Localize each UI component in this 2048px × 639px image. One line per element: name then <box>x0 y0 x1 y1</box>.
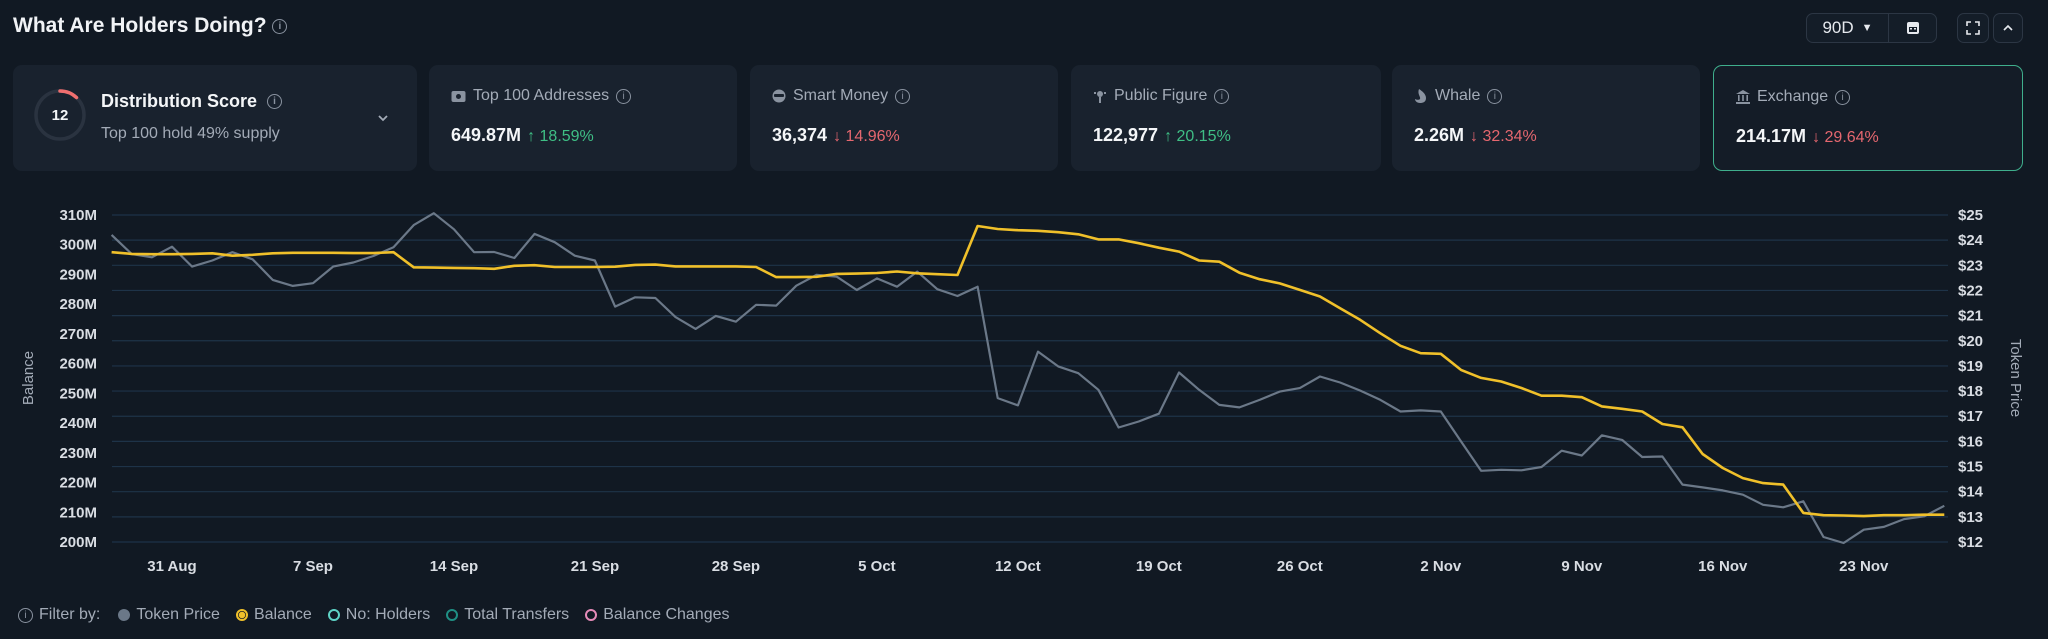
series-line-balance[interactable] <box>111 224 1945 518</box>
x-tick-label: 9 Nov <box>1561 558 1603 575</box>
legend-label: Balance Changes <box>603 606 730 623</box>
y2-tick-label: $19 <box>1958 358 1983 375</box>
y2-tick-label: $21 <box>1958 308 1983 325</box>
legend-total-transfers[interactable]: Total Transfers <box>446 606 569 624</box>
legend-label: Balance <box>253 606 312 623</box>
y2-tick-label: $18 <box>1958 383 1983 400</box>
y-tick-label: 200M <box>59 534 97 551</box>
legend-balance-changes[interactable]: Balance Changes <box>585 606 730 624</box>
x-tick-label: 21 Sep <box>571 558 619 575</box>
selected-radio-icon <box>235 609 248 621</box>
filled-dot-icon <box>118 609 131 621</box>
y2-tick-label: $17 <box>1958 408 1983 425</box>
y-tick-label: 270M <box>59 326 97 343</box>
y-tick-label: 300M <box>59 237 97 254</box>
y-tick-label: 260M <box>59 356 97 373</box>
chart-legend: i Filter by: Token Price Balance No: Hol… <box>18 606 746 624</box>
y2-tick-label: $24 <box>1958 232 1984 249</box>
radio-icon <box>446 609 459 621</box>
info-icon[interactable]: i <box>18 607 33 623</box>
radio-icon <box>327 609 340 621</box>
y2-axis-label: Token Price <box>2007 339 2024 417</box>
x-tick-label: 2 Nov <box>1420 558 1462 575</box>
x-tick-label: 16 Nov <box>1698 558 1748 575</box>
y-tick-label: 310M <box>59 207 97 224</box>
y2-tick-label: $23 <box>1958 257 1983 274</box>
y-tick-label: 240M <box>59 415 97 432</box>
x-tick-label: 7 Sep <box>293 558 333 575</box>
y-tick-label: 210M <box>59 504 97 521</box>
y2-tick-label: $16 <box>1958 433 1983 450</box>
y2-tick-label: $12 <box>1958 534 1983 551</box>
y-tick-label: 280M <box>59 296 97 313</box>
y2-tick-label: $22 <box>1958 282 1983 299</box>
y-tick-label: 220M <box>59 475 97 492</box>
filter-label: Filter by: <box>39 606 101 623</box>
y-tick-label: 250M <box>59 385 97 402</box>
legend-label: Total Transfers <box>464 606 570 623</box>
x-tick-label: 14 Sep <box>430 558 478 575</box>
y-tick-label: 230M <box>59 445 97 462</box>
x-tick-label: 12 Oct <box>995 558 1041 575</box>
y2-tick-label: $14 <box>1958 484 1984 501</box>
y2-tick-label: $20 <box>1958 333 1983 350</box>
x-tick-label: 26 Oct <box>1277 558 1323 575</box>
radio-icon <box>585 609 598 621</box>
x-tick-label: 31 Aug <box>147 558 196 575</box>
y-tick-label: 290M <box>59 266 97 283</box>
y-axis-label: Balance <box>20 351 37 405</box>
x-tick-label: 23 Nov <box>1839 558 1889 575</box>
y2-tick-label: $15 <box>1958 459 1983 476</box>
x-tick-label: 5 Oct <box>858 558 896 575</box>
legend-no-holders[interactable]: No: Holders <box>327 606 431 624</box>
x-tick-label: 28 Sep <box>712 558 760 575</box>
y2-tick-label: $13 <box>1958 509 1983 526</box>
legend-balance[interactable]: Balance <box>235 606 312 624</box>
legend-token-price[interactable]: Token Price <box>118 606 220 624</box>
holders-chart[interactable]: 310M 300M 290M 280M 270M 260M 250M 240M 230M 220M… <box>0 0 2048 639</box>
legend-label: Token Price <box>136 606 220 623</box>
series-line-token-price[interactable] <box>110 212 1945 545</box>
x-tick-label: 19 Oct <box>1136 558 1182 575</box>
legend-label: No: Holders <box>345 606 431 623</box>
y2-tick-label: $25 <box>1958 207 1983 224</box>
